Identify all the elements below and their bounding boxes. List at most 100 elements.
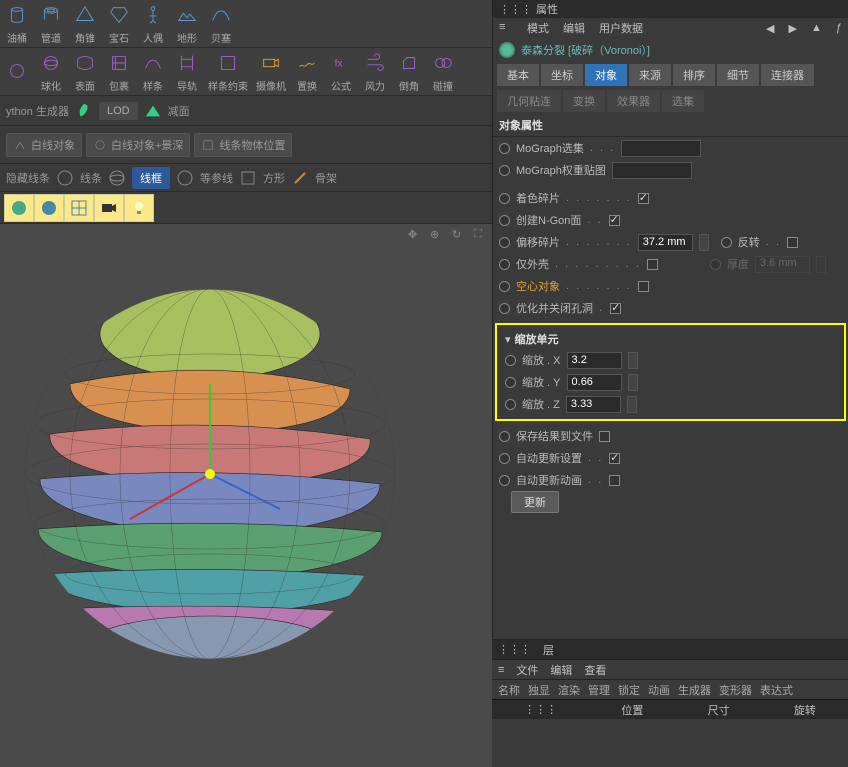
- tab-transform[interactable]: 变换: [563, 90, 605, 112]
- hollow-radio[interactable]: [499, 281, 510, 292]
- zoom-view-icon[interactable]: ⊕: [430, 228, 444, 242]
- scale-y-radio[interactable]: [505, 377, 516, 388]
- reverse-radio[interactable]: [721, 237, 732, 248]
- col-lock[interactable]: 锁定: [618, 682, 640, 698]
- nav-back-icon[interactable]: ◀: [766, 22, 774, 35]
- save-result-radio[interactable]: [499, 431, 510, 442]
- wireframe-tab[interactable]: 线框: [132, 167, 170, 189]
- col-deform[interactable]: 变形器: [719, 682, 752, 698]
- scale-z-spinner[interactable]: [627, 396, 637, 413]
- maximize-view-icon[interactable]: ⛶: [474, 228, 488, 242]
- color-shards-check[interactable]: [638, 193, 649, 204]
- mograph-sel-input[interactable]: [621, 140, 701, 157]
- tab-object[interactable]: 对象: [585, 64, 627, 86]
- nav-fwd-icon[interactable]: ▶: [789, 22, 797, 35]
- tab-detail[interactable]: 细节: [717, 64, 759, 86]
- mode-wire[interactable]: [64, 194, 94, 222]
- color-shards-radio[interactable]: [499, 193, 510, 204]
- offset-spinner[interactable]: [699, 234, 709, 251]
- menu-edit[interactable]: 编辑: [563, 20, 585, 36]
- square-tab[interactable]: 方形: [263, 170, 285, 186]
- line-tab[interactable]: 线条: [80, 170, 102, 186]
- scale-x-radio[interactable]: [505, 355, 516, 366]
- tool-spherify[interactable]: 球化: [38, 50, 64, 93]
- menu-mode[interactable]: 模式: [527, 20, 549, 36]
- col-manage[interactable]: 管理: [588, 682, 610, 698]
- shell-radio[interactable]: [499, 259, 510, 270]
- drag-btn-1[interactable]: 白线对象: [6, 133, 82, 157]
- viewport[interactable]: ✥ ⊕ ↻ ⛶: [0, 224, 492, 767]
- mode-light[interactable]: [124, 194, 154, 222]
- mograph-weight-radio[interactable]: [499, 165, 510, 176]
- tab-basic[interactable]: 基本: [497, 64, 539, 86]
- tool-tube[interactable]: 管道: [38, 2, 64, 45]
- tool-oil-drum[interactable]: 油桶: [4, 2, 30, 45]
- tool-bevel[interactable]: 倒角: [396, 50, 422, 93]
- function-icon[interactable]: ƒ: [836, 22, 842, 34]
- update-button[interactable]: 更新: [511, 491, 559, 513]
- mograph-sel-radio[interactable]: [499, 143, 510, 154]
- mode-quick[interactable]: [34, 194, 64, 222]
- menu-userdata[interactable]: 用户数据: [599, 20, 643, 36]
- col-expr[interactable]: 表达式: [760, 682, 793, 698]
- optimize-check[interactable]: [610, 303, 621, 314]
- tab-geo-glue[interactable]: 几何粘连: [497, 90, 561, 112]
- grip-icon-3[interactable]: ⋮⋮⋮: [524, 703, 557, 716]
- lod-button[interactable]: LOD: [99, 102, 138, 120]
- drag-btn-3[interactable]: 线条物体位置: [194, 133, 292, 157]
- tool-figure[interactable]: 人偶: [140, 2, 166, 45]
- tool-gem[interactable]: 宝石: [106, 2, 132, 45]
- auto-update-anim-check[interactable]: [609, 475, 620, 486]
- rotate-view-icon[interactable]: ↻: [452, 228, 466, 242]
- ngon-radio[interactable]: [499, 215, 510, 226]
- shell-check[interactable]: [647, 259, 658, 270]
- tool-terrain[interactable]: 地形: [174, 2, 200, 45]
- auto-update-set-check[interactable]: [609, 453, 620, 464]
- col-render[interactable]: 渲染: [558, 682, 580, 698]
- nav-up-icon[interactable]: ▲: [811, 22, 822, 34]
- offset-radio[interactable]: [499, 237, 510, 248]
- grip-icon[interactable]: ⋮⋮⋮: [499, 3, 532, 16]
- tab-effector[interactable]: 效果器: [607, 90, 660, 112]
- hide-lines-tab[interactable]: 隐藏线条: [6, 170, 50, 186]
- tool-displace[interactable]: 置换: [294, 50, 320, 93]
- hollow-check[interactable]: [638, 281, 649, 292]
- tool-collision[interactable]: 碰撞: [430, 50, 456, 93]
- file-menu-view[interactable]: 查看: [584, 662, 606, 678]
- tab-coord[interactable]: 坐标: [541, 64, 583, 86]
- scale-z-radio[interactable]: [505, 399, 516, 410]
- optimize-radio[interactable]: [499, 303, 510, 314]
- col-anim[interactable]: 动画: [648, 682, 670, 698]
- tool-unknown1[interactable]: [4, 58, 30, 86]
- menu-lines-icon-2[interactable]: ≡: [498, 664, 504, 676]
- tool-bezier[interactable]: 贝塞: [208, 2, 234, 45]
- scale-x-spinner[interactable]: [628, 352, 638, 369]
- col-gen[interactable]: 生成器: [678, 682, 711, 698]
- save-result-check[interactable]: [599, 431, 610, 442]
- tab-selection[interactable]: 选集: [662, 90, 704, 112]
- scale-x-input[interactable]: [567, 352, 622, 369]
- tool-surface[interactable]: 表面: [72, 50, 98, 93]
- iso-tab[interactable]: 等参线: [200, 170, 233, 186]
- file-menu-edit[interactable]: 编辑: [550, 662, 572, 678]
- auto-update-set-radio[interactable]: [499, 453, 510, 464]
- auto-update-anim-radio[interactable]: [499, 475, 510, 486]
- tool-spline[interactable]: 样条: [140, 50, 166, 93]
- ngon-check[interactable]: [609, 215, 620, 226]
- leaf-icon[interactable]: [75, 102, 93, 120]
- col-solo[interactable]: 独显: [528, 682, 550, 698]
- tab-source[interactable]: 来源: [629, 64, 671, 86]
- tool-formula[interactable]: fx公式: [328, 50, 354, 93]
- scale-y-spinner[interactable]: [628, 374, 638, 391]
- move-view-icon[interactable]: ✥: [408, 228, 422, 242]
- mode-gouraud[interactable]: [4, 194, 34, 222]
- tool-spline-constraint[interactable]: 样条约束: [208, 50, 248, 93]
- grip-icon-2[interactable]: ⋮⋮⋮: [498, 643, 531, 656]
- reduce-icon[interactable]: [144, 102, 162, 120]
- drag-btn-2[interactable]: 白线对象+景深: [86, 133, 190, 157]
- menu-lines-icon[interactable]: ≡: [499, 21, 513, 35]
- bone-tab[interactable]: 骨架: [315, 170, 337, 186]
- scale-unit-toggle[interactable]: ▾ 缩放单元: [499, 329, 842, 349]
- file-menu-file[interactable]: 文件: [516, 662, 538, 678]
- tool-rail[interactable]: 导轨: [174, 50, 200, 93]
